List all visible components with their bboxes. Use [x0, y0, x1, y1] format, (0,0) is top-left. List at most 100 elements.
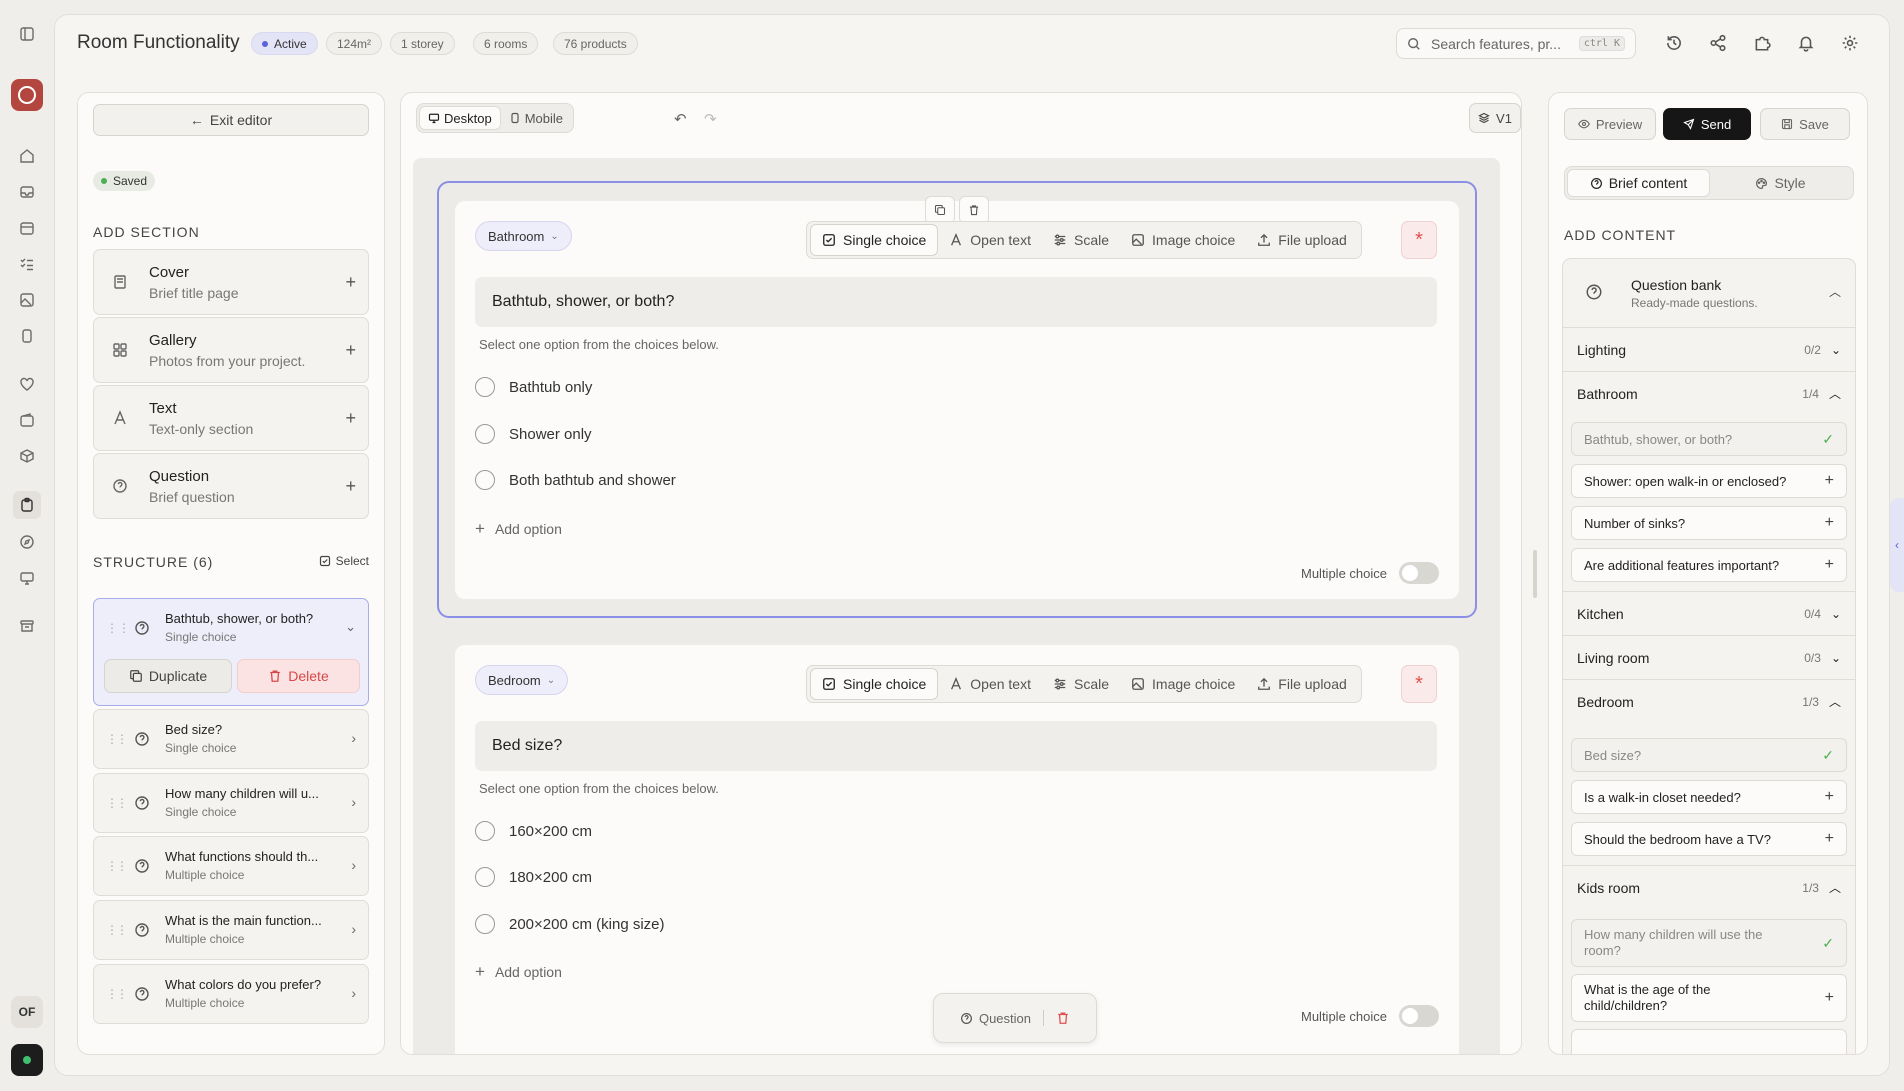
toggle-switch[interactable] [1399, 562, 1439, 584]
structure-item[interactable]: ⋮⋮ What colors do you prefer? Multiple c… [93, 964, 369, 1024]
category-kitchen[interactable]: Kitchen 0/4 ⌄ [1563, 591, 1855, 635]
share-icon[interactable] [1707, 32, 1729, 54]
chevron-right-icon[interactable]: › [351, 921, 356, 937]
inbox-icon[interactable] [17, 182, 37, 202]
section-card-text[interactable]: Text Text-only section + [93, 385, 369, 451]
plus-icon[interactable]: + [345, 476, 356, 497]
user-avatar[interactable]: OF [11, 996, 43, 1028]
duplicate-button[interactable]: Duplicate [104, 659, 232, 693]
option-label[interactable]: Shower only [509, 426, 592, 443]
option-label[interactable]: Both bathtub and shower [509, 472, 676, 489]
required-toggle[interactable]: * [1401, 665, 1437, 703]
settings-icon[interactable] [1839, 32, 1861, 54]
structure-item[interactable]: ⋮⋮ Bed size? Single choice › [93, 709, 369, 769]
bank-question[interactable]: Is a walk-in closet needed? + [1571, 780, 1847, 814]
collapse-panel-tab[interactable]: ‹ [1890, 498, 1904, 592]
option-row[interactable]: 200×200 cm (king size) [475, 914, 665, 934]
radio[interactable] [475, 470, 495, 490]
plus-icon[interactable]: + [1825, 830, 1834, 848]
undo-icon[interactable]: ↶ [674, 110, 687, 128]
bank-question[interactable]: Should the bedroom have a TV? + [1571, 822, 1847, 856]
type-open-text[interactable]: Open text [938, 224, 1042, 256]
structure-item-active[interactable]: ⋮⋮ Bathtub, shower, or both? Single choi… [93, 598, 369, 706]
chevron-up-icon[interactable]: ︿ [1829, 283, 1841, 300]
version-button[interactable]: V1 [1469, 103, 1521, 133]
type-file-upload[interactable]: File upload [1246, 668, 1358, 700]
question-card[interactable]: Bathroom ⌄ Single choice Open text Scale … [455, 196, 1459, 599]
type-open-text[interactable]: Open text [938, 668, 1042, 700]
option-row[interactable]: 160×200 cm [475, 821, 592, 841]
send-button[interactable]: Send [1663, 108, 1751, 140]
plus-icon[interactable]: + [345, 340, 356, 361]
chevron-right-icon[interactable]: › [351, 857, 356, 873]
bank-question[interactable]: What is the age of the child/children? + [1571, 974, 1847, 1022]
section-card-question[interactable]: Question Brief question + [93, 453, 369, 519]
plus-icon[interactable]: + [345, 408, 356, 429]
resize-handle[interactable] [1533, 550, 1537, 598]
multiple-choice-toggle[interactable]: Multiple choice [1301, 1005, 1439, 1027]
drag-handle-icon[interactable]: ⋮⋮ [106, 732, 128, 746]
room-selector[interactable]: Bedroom ⌄ [475, 665, 569, 695]
type-image-choice[interactable]: Image choice [1120, 224, 1246, 256]
drag-handle-icon[interactable]: ⋮⋮ [106, 859, 128, 873]
option-label[interactable]: 160×200 cm [509, 823, 592, 840]
floating-question-label[interactable]: Question [979, 1011, 1031, 1026]
toggle-switch[interactable] [1399, 1005, 1439, 1027]
question-bank-header[interactable]: Question bank Ready-made questions. ︿ [1563, 259, 1855, 327]
exit-editor-button[interactable]: ← Exit editor [93, 104, 369, 136]
bell-icon[interactable] [1795, 32, 1817, 54]
option-label[interactable]: Bathtub only [509, 379, 592, 396]
question-title-input[interactable]: Bed size? [475, 721, 1437, 771]
compass-icon[interactable] [17, 532, 37, 552]
status-button[interactable] [11, 1044, 43, 1076]
radio[interactable] [475, 867, 495, 887]
type-single-choice[interactable]: Single choice [810, 224, 939, 256]
redo-icon[interactable]: ↷ [704, 110, 717, 128]
radio[interactable] [475, 424, 495, 444]
calendar-icon[interactable] [17, 218, 37, 238]
type-file-upload[interactable]: File upload [1246, 224, 1358, 256]
section-card-cover[interactable]: Cover Brief title page + [93, 249, 369, 315]
option-row[interactable]: Bathtub only [475, 377, 592, 397]
structure-item[interactable]: ⋮⋮ What is the main function... Multiple… [93, 900, 369, 960]
section-card-gallery[interactable]: Gallery Photos from your project. + [93, 317, 369, 383]
type-scale[interactable]: Scale [1042, 668, 1120, 700]
trash-icon[interactable] [959, 196, 989, 224]
option-row[interactable]: Shower only [475, 424, 592, 444]
category-kids-room[interactable]: Kids room 1/3 ︿ [1563, 865, 1855, 909]
type-scale[interactable]: Scale [1042, 224, 1120, 256]
heart-icon[interactable] [17, 374, 37, 394]
radio[interactable] [475, 821, 495, 841]
plus-icon[interactable]: + [1825, 788, 1834, 806]
option-label[interactable]: 200×200 cm (king size) [509, 916, 665, 933]
category-living-room[interactable]: Living room 0/3 ⌄ [1563, 635, 1855, 679]
structure-item[interactable]: ⋮⋮ What functions should th... Multiple … [93, 836, 369, 896]
tab-brief-content[interactable]: Brief content [1567, 169, 1710, 197]
category-lighting[interactable]: Lighting 0/2 ⌄ [1563, 327, 1855, 371]
save-button[interactable]: Save [1760, 108, 1850, 140]
drag-handle-icon[interactable]: ⋮⋮ [106, 923, 128, 937]
delete-button[interactable]: Delete [237, 659, 360, 693]
tab-style[interactable]: Style [1710, 169, 1851, 197]
bank-question-partial[interactable] [1571, 1029, 1847, 1054]
type-image-choice[interactable]: Image choice [1120, 668, 1246, 700]
box-icon[interactable] [17, 446, 37, 466]
question-title-input[interactable]: Bathtub, shower, or both? [475, 277, 1437, 327]
preview-button[interactable]: Preview [1564, 108, 1656, 140]
type-single-choice[interactable]: Single choice [810, 668, 939, 700]
drag-handle-icon[interactable]: ⋮⋮ [106, 621, 130, 635]
radio[interactable] [475, 914, 495, 934]
device-icon[interactable] [17, 326, 37, 346]
wallet-icon[interactable] [17, 410, 37, 430]
question-hint[interactable]: Select one option from the choices below… [479, 337, 719, 352]
plus-icon[interactable]: + [1825, 472, 1834, 490]
archive-icon[interactable] [17, 616, 37, 636]
option-row[interactable]: Both bathtub and shower [475, 470, 676, 490]
chevron-right-icon[interactable]: › [351, 985, 356, 1001]
room-selector[interactable]: Bathroom ⌄ [475, 221, 572, 251]
option-label[interactable]: 180×200 cm [509, 869, 592, 886]
history-icon[interactable] [1663, 32, 1685, 54]
toggle-sidebar-icon[interactable] [17, 24, 37, 44]
plus-icon[interactable]: + [1825, 556, 1834, 574]
plus-icon[interactable]: + [345, 272, 356, 293]
